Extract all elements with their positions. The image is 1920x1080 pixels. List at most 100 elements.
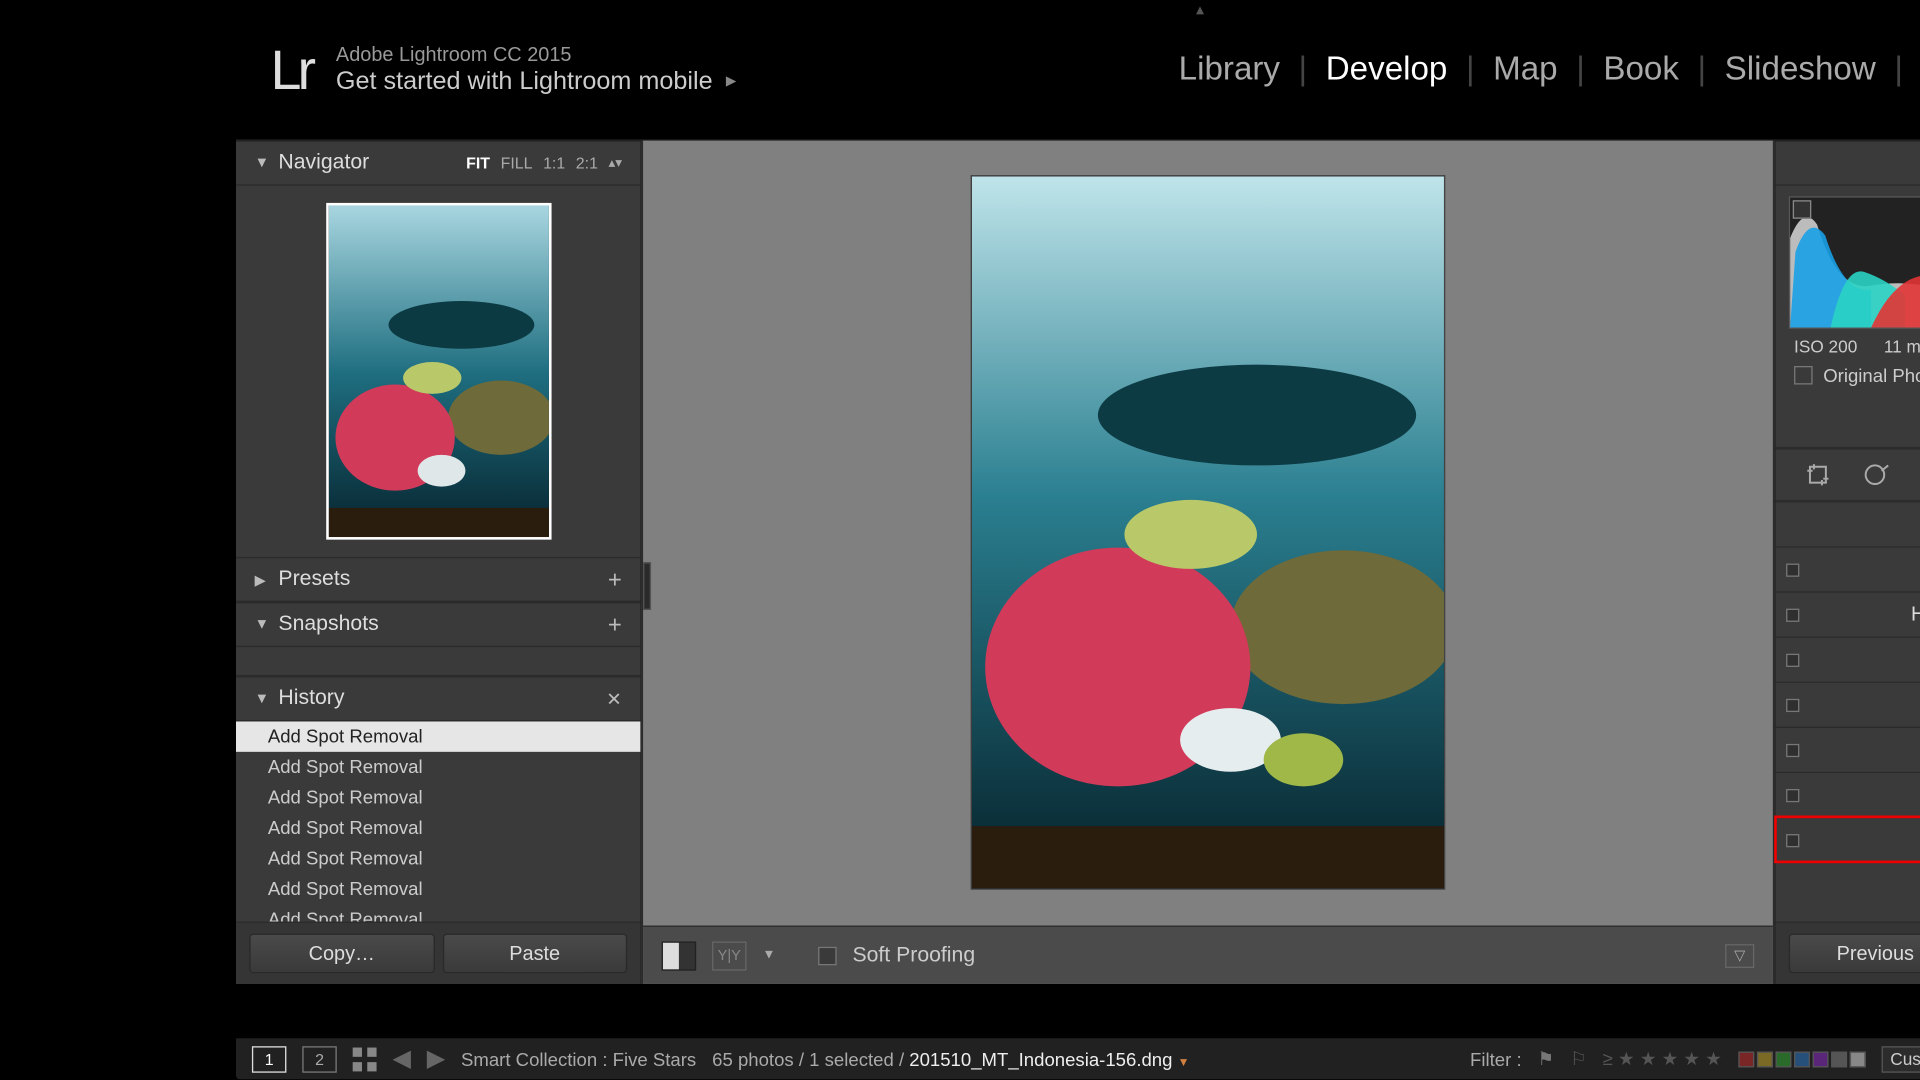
grid-view-icon[interactable] <box>353 1047 377 1071</box>
module-print[interactable]: Print <box>1903 50 1920 88</box>
presets-header[interactable]: ▶ Presets + <box>236 557 640 602</box>
panel-tone-curve[interactable]: Tone Curve◀ <box>1775 546 1920 591</box>
zoom-2-1[interactable]: 2:1 <box>576 154 598 173</box>
clear-history-icon[interactable]: ✕ <box>606 688 622 711</box>
history-item[interactable]: Add Spot Removal <box>236 904 640 921</box>
paste-settings-button[interactable]: Paste <box>442 934 627 974</box>
second-window-button[interactable]: 2 <box>302 1046 336 1073</box>
module-slideshow[interactable]: Slideshow <box>1706 50 1894 88</box>
tool-strip <box>1775 448 1920 501</box>
copy-settings-button[interactable]: Copy… <box>249 934 434 974</box>
before-after-lr-button[interactable]: Y|Y <box>712 941 746 970</box>
module-picker: Library| Develop| Map| Book| Slideshow| … <box>1160 50 1920 88</box>
filename-label: 201510_MT_Indonesia-156.dng <box>909 1048 1172 1069</box>
filmstrip-toolbar: 1 2 ◀ ▶ Smart Collection : Five Stars 65… <box>236 1037 1920 1079</box>
filter-label: Filter : <box>1470 1048 1522 1069</box>
grab-handle-icon[interactable] <box>643 562 651 610</box>
toolbar-menu-icon[interactable]: ▽ <box>1725 943 1754 967</box>
panel-detail[interactable]: Detail◀ <box>1775 636 1920 681</box>
disclosure-down-icon: ▼ <box>255 691 268 707</box>
left-panel-group: ▼ Navigator FIT FILL 1:1 2:1 ▴▾ <box>236 141 642 984</box>
disclosure-right-icon: ▶ <box>255 571 268 588</box>
custom-filter-select[interactable]: Custom Filter <box>1881 1046 1920 1073</box>
presets-title: Presets <box>278 568 350 592</box>
navigator-preview[interactable] <box>236 186 640 557</box>
crop-tool-icon[interactable] <box>1798 455 1838 495</box>
history-item[interactable]: Add Spot Removal <box>236 721 640 751</box>
exif-focal: 11 mm <box>1884 337 1920 357</box>
panel-hsl[interactable]: HSL/ Color/ B & W ◀ <box>1775 591 1920 636</box>
panel-switch-icon[interactable] <box>1786 789 1799 802</box>
panel-basic[interactable]: Basic◀ <box>1775 501 1920 546</box>
shadow-clipping-icon[interactable] <box>1793 200 1812 219</box>
mobile-link[interactable]: Get started with Lightroom mobile ▶ <box>336 67 736 96</box>
disclosure-down-icon: ▼ <box>255 617 268 633</box>
previous-button[interactable]: Previous <box>1789 934 1920 974</box>
soft-proofing-checkbox[interactable] <box>818 946 837 965</box>
panel-switch-icon[interactable] <box>1786 834 1799 847</box>
breadcrumb-menu-icon[interactable]: ▼ <box>1178 1055 1190 1068</box>
main-window-button[interactable]: 1 <box>252 1046 286 1073</box>
panel-camera-calibration[interactable]: Camera Calibration◀ <box>1775 817 1920 862</box>
snapshots-title: Snapshots <box>278 613 378 637</box>
count-label: 65 photos / 1 selected / <box>712 1048 909 1069</box>
history-list: Add Spot Removal Add Spot Removal Add Sp… <box>236 721 640 921</box>
panel-switch-icon[interactable] <box>1786 654 1799 667</box>
zoom-stepper-icon[interactable]: ▴▾ <box>609 156 622 171</box>
spot-removal-tool-icon[interactable] <box>1857 455 1897 495</box>
loupe-view: Y|Y ▼ Soft Proofing ▽ <box>642 141 1774 984</box>
flag-rejected-icon[interactable]: ⚐ <box>1570 1048 1587 1071</box>
zoom-1-1[interactable]: 1:1 <box>543 154 565 173</box>
original-photo-label: Original Photo <box>1823 365 1920 386</box>
add-preset-icon[interactable]: + <box>608 566 622 594</box>
module-book[interactable]: Book <box>1585 50 1698 88</box>
app-title: Adobe Lightroom CC 2015 <box>336 43 736 66</box>
navigator-title: Navigator <box>278 151 369 175</box>
snapshots-body <box>236 647 640 676</box>
add-snapshot-icon[interactable]: + <box>608 611 622 639</box>
hsl-tab[interactable]: HSL <box>1911 603 1920 626</box>
nav-next-icon[interactable]: ▶ <box>427 1045 445 1073</box>
history-title: History <box>278 687 344 711</box>
snapshots-header[interactable]: ▼ Snapshots + <box>236 602 640 647</box>
history-item[interactable]: Add Spot Removal <box>236 752 640 782</box>
exif-iso: ISO 200 <box>1794 337 1857 357</box>
histogram-graph[interactable] <box>1789 196 1920 329</box>
panel-switch-icon[interactable] <box>1786 609 1799 622</box>
label-filter[interactable] <box>1738 1051 1865 1067</box>
navigator-header[interactable]: ▼ Navigator FIT FILL 1:1 2:1 ▴▾ <box>236 141 640 186</box>
nav-prev-icon[interactable]: ◀ <box>392 1045 410 1073</box>
history-item[interactable]: Add Spot Removal <box>236 782 640 812</box>
history-item[interactable]: Add Spot Removal <box>236 813 640 843</box>
zoom-fill[interactable]: FILL <box>501 154 533 173</box>
zoom-fit[interactable]: FIT <box>466 154 490 173</box>
identity-plate-header: ▴ Lr Adobe Lightroom CC 2015 Get started… <box>236 0 1920 141</box>
loupe-view-button[interactable] <box>662 941 696 970</box>
module-library[interactable]: Library <box>1160 50 1298 88</box>
before-after-menu-icon[interactable]: ▼ <box>762 948 775 963</box>
histogram-header[interactable]: Histogram ▼ <box>1775 141 1920 186</box>
rating-filter[interactable]: ≥ ★ ★ ★ ★ ★ <box>1603 1048 1722 1071</box>
history-item[interactable]: Add Spot Removal <box>236 843 640 873</box>
main-photo[interactable] <box>972 176 1444 888</box>
panel-lens-corrections[interactable]: Lens Corrections◀ <box>1775 682 1920 727</box>
redeye-tool-icon[interactable] <box>1916 455 1920 495</box>
original-photo-checkbox[interactable] <box>1794 366 1813 385</box>
module-develop[interactable]: Develop <box>1307 50 1466 88</box>
flag-picked-icon[interactable]: ⚑ <box>1538 1048 1555 1071</box>
module-map[interactable]: Map <box>1475 50 1577 88</box>
source-label[interactable]: Smart Collection : Five Stars <box>461 1048 696 1069</box>
panel-transform[interactable]: Transform◀ <box>1775 727 1920 772</box>
panel-switch-icon[interactable] <box>1786 564 1799 577</box>
history-header[interactable]: ▼ History ✕ <box>236 676 640 721</box>
disclosure-down-icon: ▼ <box>255 155 268 171</box>
panel-effects[interactable]: Effects◀ <box>1775 772 1920 817</box>
histogram-panel: ISO 200 11 mm ƒ / 11 ¹⁄₁₂₅ sec Original … <box>1775 186 1920 449</box>
right-panel-group: Histogram ▼ ISO 200 <box>1774 141 1920 984</box>
develop-toolbar: Y|Y ▼ Soft Proofing ▽ <box>643 926 1773 984</box>
panel-switch-icon[interactable] <box>1786 699 1799 712</box>
panel-switch-icon[interactable] <box>1786 744 1799 757</box>
mobile-link-label: Get started with Lightroom mobile <box>336 67 713 96</box>
history-item[interactable]: Add Spot Removal <box>236 874 640 904</box>
collapse-top-icon[interactable]: ▴ <box>1196 0 1215 11</box>
